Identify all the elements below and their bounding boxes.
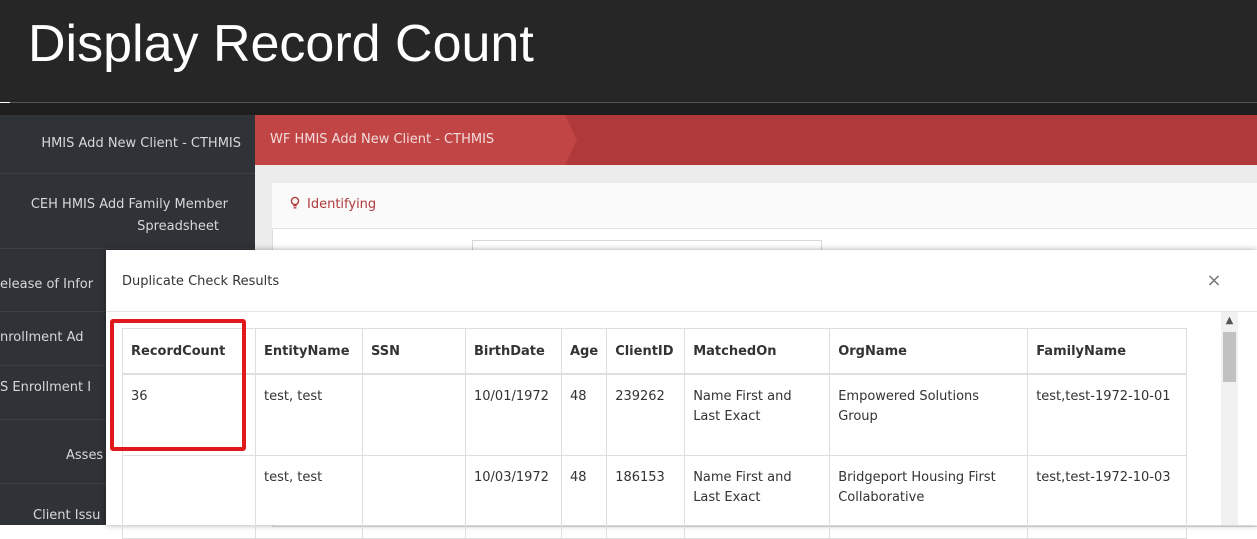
- cell-birthdate: 10/01/1972: [465, 373, 562, 456]
- sidebar-divider: [0, 248, 255, 249]
- banner-gap: [0, 103, 1257, 115]
- cell-entityname: test, test: [255, 455, 363, 539]
- sidebar-item-enrollment[interactable]: S Enrollment I: [0, 380, 91, 395]
- panel-header: [272, 183, 1257, 229]
- breadcrumb-label[interactable]: WF HMIS Add New Client - CTHMIS: [270, 132, 494, 147]
- breadcrumb-arrow: [565, 115, 577, 165]
- cell-age: 48: [560, 455, 608, 539]
- cell-clientid: 186153: [606, 455, 686, 539]
- cell-age: 48: [560, 373, 608, 456]
- sidebar-item-enrollment-add[interactable]: nrollment Ad: [0, 330, 84, 345]
- cell-matchedon: Name First and Last Exact: [684, 373, 831, 456]
- lightbulb-icon: [290, 196, 300, 214]
- table-row[interactable]: test, test 10/03/1972 48 186153 Name Fir…: [122, 455, 1188, 539]
- page-title: Display Record Count: [28, 15, 534, 73]
- cell-familyname: test,test-1972-10-03: [1027, 455, 1188, 539]
- cell-clientid: 239262: [606, 373, 686, 456]
- cell-birthdate: 10/03/1972: [465, 455, 562, 539]
- header-banner: Display Record Count: [0, 0, 1257, 102]
- duplicate-check-modal: Duplicate Check Results × RecordCount En…: [106, 250, 1257, 539]
- column-header-age[interactable]: Age: [560, 328, 608, 375]
- cell-entityname: test, test: [255, 373, 363, 456]
- column-header-familyname[interactable]: FamilyName: [1027, 328, 1188, 375]
- modal-title: Duplicate Check Results: [122, 274, 280, 289]
- cell-ssn: [362, 455, 466, 539]
- panel-title: Identifying: [307, 197, 377, 212]
- column-header-matchedon[interactable]: MatchedOn: [684, 328, 831, 375]
- cell-ssn: [362, 373, 466, 456]
- sidebar-item-label: Spreadsheet: [137, 219, 219, 234]
- column-header-clientid[interactable]: ClientID: [606, 328, 686, 375]
- table-row[interactable]: 36 test, test 10/01/1972 48 239262 Name …: [122, 373, 1188, 456]
- sidebar-item-add-family-member[interactable]: CEH HMIS Add Family Member Spreadsheet: [31, 194, 228, 238]
- column-header-birthdate[interactable]: BirthDate: [465, 328, 562, 375]
- column-header-orgname[interactable]: OrgName: [829, 328, 1029, 375]
- scroll-up-icon[interactable]: ▲: [1221, 314, 1238, 328]
- cell-orgname: Empowered Solutions Group: [829, 373, 1029, 456]
- table-header-row: RecordCount EntityName SSN BirthDate Age…: [122, 328, 1188, 375]
- cell-matchedon: Name First and Last Exact: [684, 455, 831, 539]
- cell-familyname: test,test-1972-10-01: [1027, 373, 1188, 456]
- sidebar-item-add-new-client[interactable]: HMIS Add New Client - CTHMIS: [41, 136, 241, 151]
- sidebar-item-label: CEH HMIS Add Family Member: [30, 197, 228, 212]
- cell-orgname: Bridgeport Housing First Collaborative: [829, 455, 1029, 539]
- column-header-entityname[interactable]: EntityName: [255, 328, 363, 375]
- results-table: RecordCount EntityName SSN BirthDate Age…: [122, 328, 1188, 539]
- scrollbar-thumb[interactable]: [1223, 332, 1236, 382]
- column-header-ssn[interactable]: SSN: [362, 328, 466, 375]
- sidebar-divider: [0, 173, 255, 174]
- modal-header: Duplicate Check Results ×: [106, 250, 1257, 312]
- close-icon[interactable]: ×: [1202, 269, 1226, 293]
- highlight-box: [110, 319, 246, 451]
- sidebar-item-assessments[interactable]: Asses: [66, 448, 103, 463]
- sidebar-item-release-of-information[interactable]: elease of Infor: [0, 277, 93, 292]
- cell-recordcount: [122, 455, 256, 539]
- sidebar-item-client-issues[interactable]: Client Issu: [33, 508, 100, 523]
